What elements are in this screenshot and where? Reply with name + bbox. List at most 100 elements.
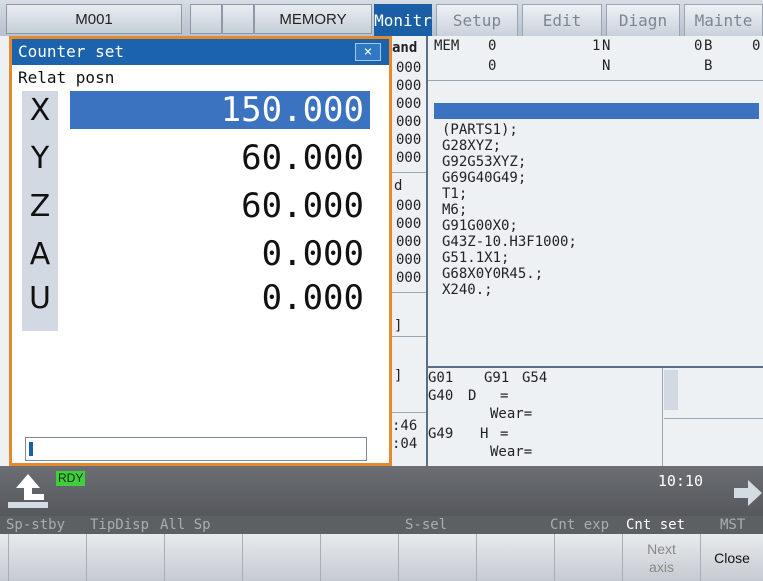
axis-value[interactable]: 0.000 bbox=[70, 235, 370, 273]
partial-value: 000 bbox=[396, 216, 422, 232]
header-value: 0 bbox=[694, 38, 703, 54]
close-icon[interactable]: × bbox=[355, 43, 381, 61]
partial-value: 000 bbox=[396, 114, 422, 130]
tab-edit[interactable]: Edit bbox=[522, 4, 602, 36]
header-value: 0 bbox=[488, 58, 497, 74]
function-label: Sp-stby bbox=[6, 517, 66, 533]
program-line: G91G00X0; bbox=[442, 218, 518, 234]
axis-row-a[interactable]: A 0.000 bbox=[12, 235, 375, 275]
soft-key-6[interactable] bbox=[398, 534, 476, 581]
function-label: S-sel bbox=[405, 517, 448, 533]
modal-g-code: G54 bbox=[522, 370, 548, 386]
axis-name: Y bbox=[30, 141, 50, 176]
divider bbox=[392, 172, 426, 173]
program-cursor bbox=[434, 103, 759, 119]
modal-label: D bbox=[468, 388, 477, 404]
modal-g-code: G91 bbox=[484, 370, 510, 386]
tab-diagnosis[interactable]: Diagn bbox=[606, 4, 680, 36]
partial-value: 000 bbox=[396, 270, 422, 286]
top-status-bar: M001 MEMORY Monitr Setup Edit Diagn Main… bbox=[0, 0, 763, 36]
modal-g-code: G40 bbox=[428, 388, 454, 404]
axis-row-u[interactable]: U 0.000 bbox=[12, 279, 375, 319]
divider bbox=[392, 336, 426, 337]
header-value: B bbox=[704, 58, 713, 74]
axis-name: Z bbox=[29, 189, 51, 224]
axis-name: X bbox=[29, 93, 51, 128]
function-label: All Sp bbox=[160, 517, 211, 533]
next-axis-button[interactable]: Next axis bbox=[622, 534, 700, 581]
axis-row-y[interactable]: Y 60.000 bbox=[12, 139, 375, 179]
divider bbox=[392, 412, 426, 413]
modal-wear: Wear= bbox=[490, 406, 533, 422]
header-value: B bbox=[704, 38, 713, 54]
tab-setup[interactable]: Setup bbox=[436, 4, 518, 36]
axis-row-x[interactable]: X 150.000 bbox=[12, 91, 375, 131]
return-arrow-icon[interactable] bbox=[8, 470, 54, 512]
partial-value: 000 bbox=[396, 96, 422, 112]
soft-key-8[interactable] bbox=[554, 534, 632, 581]
function-label: TipDisp bbox=[90, 517, 150, 533]
operation-mode: MEMORY bbox=[254, 4, 372, 34]
ready-indicator: RDY bbox=[56, 471, 86, 486]
program-line: G69G40G49; bbox=[442, 170, 527, 186]
clock: 10:10 bbox=[657, 472, 703, 490]
counter-set-dialog: Counter set × Relat posn X 150.000 Y 60.… bbox=[9, 36, 392, 466]
status-row: RDY 10:10 bbox=[0, 466, 763, 516]
program-line: G28XYZ; bbox=[442, 138, 502, 154]
status-cell-2 bbox=[222, 4, 254, 34]
header-value: 0 bbox=[752, 38, 761, 54]
partial-value: 000 bbox=[396, 234, 422, 250]
close-button[interactable]: Close bbox=[700, 534, 763, 581]
program-number: M001 bbox=[6, 4, 182, 34]
divider bbox=[662, 368, 663, 466]
soft-key-5[interactable] bbox=[320, 534, 398, 581]
function-label-active: Cnt set bbox=[626, 517, 686, 533]
memory-label: MEM bbox=[434, 38, 460, 54]
modal-equals: = bbox=[500, 388, 509, 404]
header-value: N bbox=[602, 58, 611, 74]
program-line: G51.1X1; bbox=[442, 250, 510, 266]
key-input-field[interactable] bbox=[25, 437, 367, 461]
axis-value[interactable]: 60.000 bbox=[70, 139, 370, 177]
modal-wear: Wear= bbox=[490, 444, 533, 460]
program-line: (PARTS1); bbox=[442, 122, 518, 138]
header-value: 0 bbox=[488, 38, 497, 54]
modal-g-code: G01 bbox=[428, 370, 454, 386]
modal-equals: = bbox=[500, 426, 509, 442]
partial-value: 000 bbox=[396, 132, 422, 148]
program-line: T1; bbox=[442, 186, 468, 202]
partial-value: d bbox=[394, 178, 403, 194]
column-header: and bbox=[392, 40, 418, 56]
partial-value: 000 bbox=[396, 252, 422, 268]
soft-key-7[interactable] bbox=[476, 534, 554, 581]
partial-value: 000 bbox=[396, 150, 422, 166]
soft-key-1[interactable] bbox=[8, 534, 86, 581]
partial-value: 000 bbox=[396, 78, 422, 94]
function-label: MST bbox=[720, 517, 746, 533]
axis-value[interactable]: 0.000 bbox=[70, 279, 370, 317]
program-line: G92G53XYZ; bbox=[442, 154, 527, 170]
soft-key-4[interactable] bbox=[242, 534, 320, 581]
modal-label: H bbox=[480, 426, 489, 442]
function-label-row: Sp-stby TipDisp All Sp S-sel Cnt exp Cnt… bbox=[0, 516, 763, 534]
tab-maintenance[interactable]: Mainte bbox=[684, 4, 763, 36]
time-partial: :46 bbox=[392, 418, 418, 434]
header-value: N bbox=[602, 38, 611, 54]
time-partial: :04 bbox=[392, 436, 418, 452]
soft-key-2[interactable] bbox=[86, 534, 164, 581]
program-line: G43Z-10.H3F1000; bbox=[442, 234, 577, 250]
tab-monitor[interactable]: Monitr bbox=[374, 4, 432, 36]
axis-value[interactable]: 60.000 bbox=[70, 187, 370, 225]
axis-value-selected[interactable]: 150.000 bbox=[70, 91, 370, 129]
bracket: ] bbox=[394, 368, 403, 384]
axis-row-z[interactable]: Z 60.000 bbox=[12, 187, 375, 227]
program-line: M6; bbox=[442, 202, 468, 218]
partial-value: 000 bbox=[396, 60, 422, 76]
dialog-subtitle: Relat posn bbox=[18, 68, 115, 87]
m-code-strip bbox=[664, 370, 678, 410]
status-cell-1 bbox=[190, 4, 222, 34]
function-label: Cnt exp bbox=[550, 517, 610, 533]
axis-name: U bbox=[29, 281, 51, 316]
soft-key-3[interactable] bbox=[164, 534, 242, 581]
next-page-arrow-icon[interactable] bbox=[728, 474, 763, 512]
